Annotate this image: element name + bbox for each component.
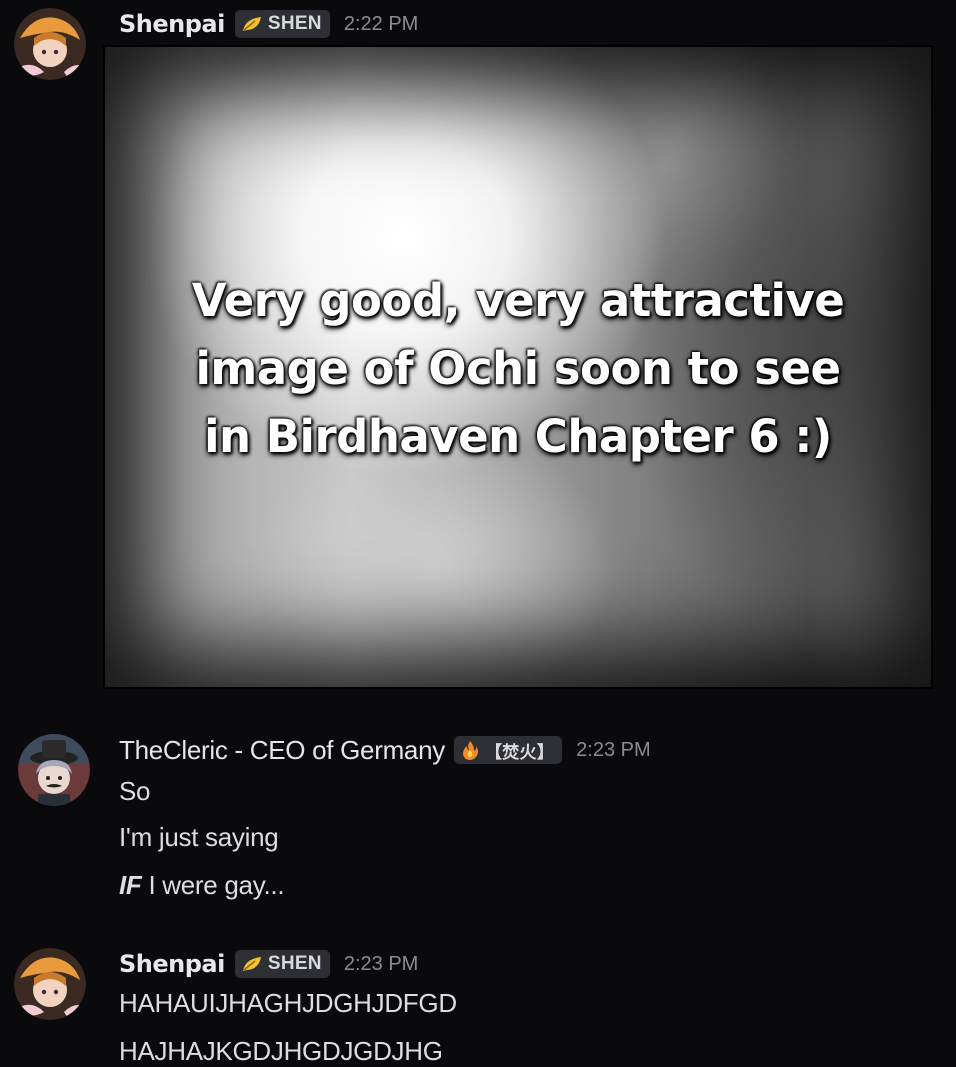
guild-tag[interactable]: SHEN: [234, 950, 330, 978]
username[interactable]: Shenpai: [119, 950, 225, 978]
username[interactable]: TheCleric - CEO of Germany: [119, 735, 445, 766]
message-line: So: [119, 776, 151, 806]
shenpai-avatar[interactable]: [14, 948, 86, 1020]
image-embed[interactable]: Very good, very attractive image of Ochi…: [103, 45, 933, 689]
timestamp: 2:23 PM: [576, 738, 651, 761]
thecleric-avatar[interactable]: [18, 734, 90, 806]
leaf-icon: [241, 955, 263, 973]
guild-tag-label: SHEN: [267, 953, 322, 974]
timestamp: 2:22 PM: [343, 12, 419, 35]
message-thecleric: TheCleric - CEO of Germany 【焚火】 2:23 PM …: [0, 728, 956, 918]
guild-tag-label: 【焚火】: [484, 742, 555, 763]
username[interactable]: Shenpai: [119, 10, 225, 38]
message-line: HAJHAJKGDJHGDJGDJHG: [119, 1036, 443, 1066]
avatar-image-icon: [14, 8, 86, 80]
shenpai-avatar[interactable]: [14, 8, 86, 80]
message-shenpai-2: Shenpai SHEN 2:23 PM HAHAUIJHAGHJDGHJDFG…: [0, 940, 956, 1066]
message-line: HAHAUIJHAGHJDGHJDFGD: [119, 988, 457, 1018]
message-text: I were gay...: [148, 870, 285, 900]
message-line: IF I were gay...: [119, 870, 285, 901]
emphasis-text: IF: [119, 870, 142, 900]
guild-tag[interactable]: SHEN: [234, 10, 330, 38]
timestamp: 2:23 PM: [343, 952, 419, 975]
leaf-icon: [241, 15, 263, 33]
message-shenpai-1: Shenpai SHEN 2:22 PM Very good, very att…: [0, 0, 956, 700]
message-header: Shenpai SHEN 2:22 PM: [119, 8, 418, 40]
fire-icon: [460, 740, 480, 760]
guild-tag-label: SHEN: [267, 13, 322, 34]
avatar-image-icon: [18, 734, 90, 806]
embed-caption: Very good, very attractive image of Ochi…: [191, 274, 845, 463]
guild-tag[interactable]: 【焚火】: [453, 736, 563, 764]
message-header: Shenpai SHEN 2:23 PM: [119, 948, 418, 980]
message-header: TheCleric - CEO of Germany 【焚火】 2:23 PM: [119, 734, 651, 766]
message-line: I'm just saying: [119, 822, 279, 852]
avatar-image-icon: [14, 948, 86, 1020]
